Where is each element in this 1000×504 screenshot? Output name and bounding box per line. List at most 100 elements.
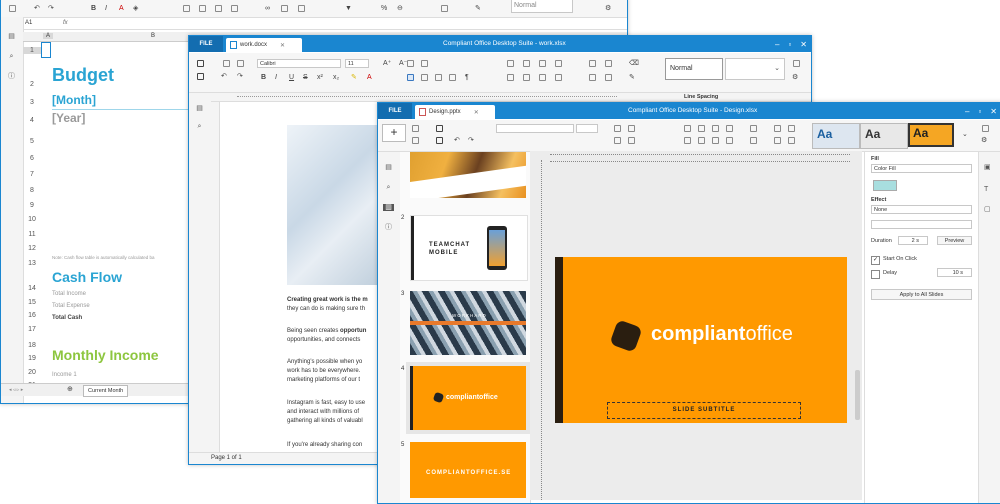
subscript-icon[interactable]: x₂ <box>333 74 339 81</box>
link-icon[interactable]: ∞ <box>265 5 270 12</box>
font-color-icon[interactable]: A <box>119 5 124 12</box>
themes-dropdown-icon[interactable]: ⌄ <box>962 131 968 138</box>
grow-font-icon[interactable]: A⁺ <box>383 60 391 67</box>
justify-icon[interactable] <box>449 74 456 81</box>
selected-cell[interactable] <box>41 42 51 58</box>
delay-checkbox[interactable] <box>871 270 880 279</box>
slide-thumb-1[interactable] <box>410 152 526 198</box>
cell-style-box[interactable]: Normal <box>511 0 573 13</box>
notes-icon[interactable]: ▥ <box>383 204 394 211</box>
table-icon[interactable] <box>684 125 691 132</box>
search-icon[interactable]: ⌕ <box>8 53 15 60</box>
link-icon[interactable] <box>698 137 705 144</box>
chart-icon[interactable] <box>555 60 562 67</box>
bullets-icon[interactable] <box>407 60 414 67</box>
bold-icon[interactable]: B <box>261 74 266 81</box>
delay-input[interactable]: 10 s <box>937 268 972 277</box>
save-icon[interactable] <box>436 137 443 144</box>
row-number[interactable]: 9 <box>23 202 41 209</box>
image-icon[interactable] <box>698 125 705 132</box>
underline-icon[interactable]: U <box>289 74 294 81</box>
size-icon[interactable] <box>589 74 596 81</box>
font-name-select[interactable]: Calibri <box>257 59 341 68</box>
percent-icon[interactable]: % <box>381 5 387 12</box>
row-number[interactable]: 17 <box>23 326 41 333</box>
justify-icon[interactable] <box>231 5 238 12</box>
theme-2[interactable]: Aa <box>860 123 908 149</box>
row-number[interactable]: 12 <box>23 245 41 252</box>
row-number[interactable]: 14 <box>23 285 41 292</box>
add-slide-button[interactable]: + <box>382 124 406 142</box>
insert-icon[interactable] <box>281 5 288 12</box>
bold-icon[interactable]: B <box>91 5 96 12</box>
number-format-icon[interactable] <box>441 5 448 12</box>
superscript-icon[interactable]: x² <box>317 74 323 81</box>
row-number[interactable]: 4 <box>23 117 41 124</box>
view-icon[interactable] <box>982 125 989 132</box>
fill-type-select[interactable]: Color Fill <box>871 164 972 173</box>
effect-option-select[interactable] <box>871 220 972 229</box>
brush-icon[interactable]: ✎ <box>475 5 481 12</box>
bullets-icon[interactable] <box>614 125 621 132</box>
shape-settings-icon[interactable]: ▢ <box>984 206 991 213</box>
textbox-icon[interactable] <box>507 74 514 81</box>
header-icon[interactable] <box>523 74 530 81</box>
theme-1[interactable]: Aa <box>812 123 860 149</box>
row-number[interactable]: 20 <box>23 369 41 376</box>
format-painter-icon[interactable]: ✎ <box>629 74 635 81</box>
slide-scrollbar[interactable] <box>855 370 860 420</box>
text-settings-icon[interactable]: T <box>984 186 988 193</box>
column-header-a[interactable]: A <box>43 33 53 39</box>
copy-icon[interactable] <box>223 60 230 67</box>
main-slide[interactable]: compliantoffice SLIDE SUBTITLE <box>555 257 847 423</box>
strike-icon[interactable]: S <box>303 74 308 81</box>
view-icon[interactable] <box>793 60 800 67</box>
highlight-icon[interactable]: ✎ <box>351 74 357 81</box>
shape-icon[interactable] <box>539 60 546 67</box>
doc-icon[interactable]: ▤ <box>8 33 15 40</box>
print-icon[interactable] <box>436 125 443 132</box>
effect-select[interactable]: None <box>871 205 972 214</box>
margins-icon[interactable] <box>589 60 596 67</box>
slide-thumb-2[interactable]: TEAMCHAT MOBILE <box>410 215 528 281</box>
undo-icon[interactable]: ↶ <box>221 73 227 80</box>
style-dropdown[interactable]: ⌄ <box>725 58 785 80</box>
align-center-icon[interactable] <box>199 5 206 12</box>
row-number[interactable]: 8 <box>23 187 41 194</box>
theme-3[interactable]: Aa <box>908 123 954 147</box>
animation-icon[interactable] <box>750 137 757 144</box>
redo-icon[interactable]: ↷ <box>48 5 54 12</box>
slides-icon[interactable]: ▤ <box>385 164 392 171</box>
align-left-icon[interactable] <box>183 5 190 12</box>
settings-icon[interactable]: ⚙ <box>605 5 611 12</box>
align-center-icon[interactable] <box>421 74 428 81</box>
start-icon[interactable] <box>788 137 795 144</box>
slide-thumb-4[interactable]: compliantoffice <box>410 366 526 430</box>
currency-icon[interactable]: ⊖ <box>397 5 403 12</box>
font-color-icon[interactable]: A <box>367 74 372 81</box>
print-icon[interactable] <box>197 60 204 67</box>
slide-thumb-3[interactable]: WORKHARD <box>410 291 526 355</box>
file-menu-button[interactable]: FILE <box>378 103 412 119</box>
close-tab-icon[interactable]: ✕ <box>280 42 285 49</box>
table-icon[interactable] <box>507 60 514 67</box>
info-icon[interactable]: ⓘ <box>385 224 392 231</box>
row-number[interactable]: 3 <box>23 99 41 106</box>
transition-icon[interactable] <box>750 125 757 132</box>
italic-icon[interactable]: I <box>105 5 107 12</box>
chart-icon[interactable] <box>726 125 733 132</box>
align-right-icon[interactable] <box>435 74 442 81</box>
preview-button[interactable]: Preview <box>937 236 972 245</box>
italic-icon[interactable]: I <box>275 74 277 81</box>
settings-icon[interactable]: ⚙ <box>981 137 987 144</box>
search-icon[interactable]: ⌕ <box>385 184 392 191</box>
column-header-b[interactable]: B <box>151 33 155 39</box>
duration-input[interactable]: 2 s <box>898 236 928 245</box>
paste-icon[interactable] <box>237 60 244 67</box>
row-number[interactable]: 19 <box>23 355 41 362</box>
close-icon[interactable]: ✕ <box>800 40 807 49</box>
arrange-icon[interactable] <box>774 125 781 132</box>
tab-design-pptx[interactable]: Design.pptx ✕ <box>415 105 495 119</box>
search-icon[interactable]: ⌕ <box>196 123 203 130</box>
columns-icon[interactable] <box>555 74 562 81</box>
